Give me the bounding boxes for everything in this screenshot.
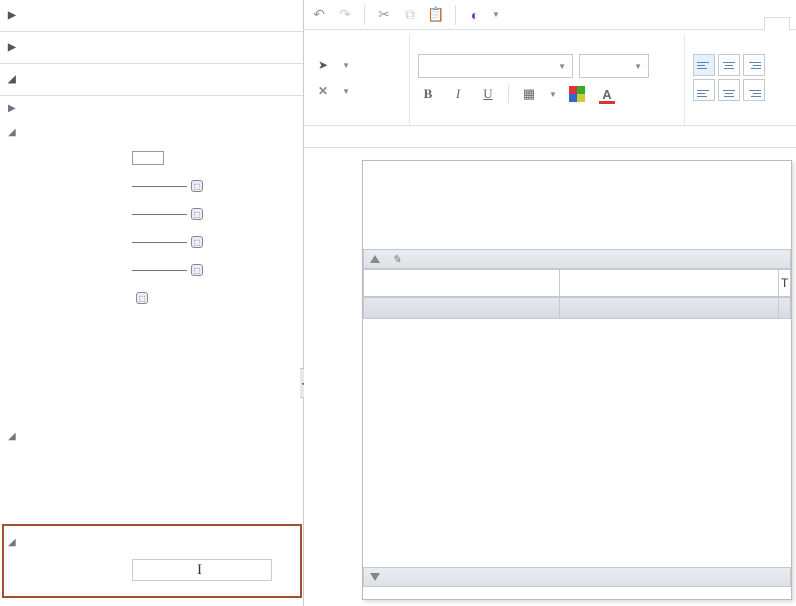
prop-text-alignment[interactable]: [0, 312, 303, 340]
header-department-1[interactable]: [363, 269, 560, 297]
underline-icon[interactable]: U: [478, 84, 498, 104]
toolbar-main: ↶ ↷ ✂ ⧉ 📋 ◐ ▼: [304, 0, 796, 30]
chevron-down-icon: ▼: [558, 62, 566, 71]
divider: [455, 5, 456, 25]
font-name-combo[interactable]: ▼: [418, 54, 573, 78]
subsection-appearance[interactable]: ◢: [0, 120, 303, 144]
chevron-down-icon: ◢: [8, 74, 20, 85]
chevron-down-icon: ▼: [342, 87, 350, 96]
prop-width[interactable]: [0, 396, 303, 424]
triangle-down-icon: [370, 573, 380, 581]
align-bottom-left[interactable]: [693, 79, 715, 101]
divider: [508, 85, 509, 103]
start-grouping-bar[interactable]: ✎: [363, 249, 791, 269]
align-bottom-right[interactable]: [743, 79, 765, 101]
delete-icon: ✕: [318, 84, 328, 98]
group-title: [318, 34, 401, 52]
prop-border-bottom[interactable]: ⬚: [0, 172, 303, 200]
cut-icon[interactable]: ✂: [375, 6, 393, 24]
line-preview: [132, 270, 187, 271]
refresh-icon[interactable]: ◐: [466, 6, 484, 24]
chevron-right-icon: ▶: [8, 42, 20, 53]
select-button[interactable]: ➤ ▼: [318, 54, 401, 76]
prop-vertical-alignment[interactable]: [0, 368, 303, 396]
link-icon[interactable]: ⬚: [191, 208, 203, 220]
horizontal-ruler: [304, 126, 796, 148]
line-preview: [132, 242, 187, 243]
font-size-combo[interactable]: ▼: [579, 54, 649, 78]
line-preview: [132, 186, 187, 187]
fill-color-icon[interactable]: [567, 84, 587, 104]
appearance-props: ⬚ ⬚ ⬚ ⬚ ⬚: [0, 144, 303, 424]
triangle-up-icon: [370, 255, 380, 263]
prop-border-top[interactable]: ⬚: [0, 256, 303, 284]
prop-text-indent[interactable]: [0, 340, 303, 368]
align-top-right[interactable]: [743, 54, 765, 76]
alignment-grid: [693, 54, 782, 101]
group-title: [693, 34, 782, 52]
chevron-down-icon: ▼: [342, 61, 350, 70]
redo-icon[interactable]: ↷: [336, 6, 354, 24]
paste-icon[interactable]: 📋: [427, 6, 445, 24]
prop-border-left[interactable]: ⬚: [0, 200, 303, 228]
ribbon: ➤ ▼ ✕ ▼ ▼ ▼: [304, 30, 796, 126]
section-properties[interactable]: ◢: [0, 64, 303, 96]
properties-panel: ▶ ▶ ◢ ▶ ◢ ⬚ ⬚ ⬚: [0, 0, 304, 606]
link-icon[interactable]: ⬚: [136, 292, 148, 304]
report-paper: ✎ T: [362, 160, 792, 600]
delete-button[interactable]: ✕ ▼: [318, 80, 401, 102]
chevron-down-icon[interactable]: ▼: [492, 10, 500, 19]
color-swatch[interactable]: [132, 151, 164, 165]
pencil-icon[interactable]: ✎: [392, 253, 401, 266]
editor-area: ↶ ↷ ✂ ⧉ 📋 ◐ ▼ ➤ ▼ ✕: [304, 0, 796, 606]
border-icon[interactable]: ▦: [519, 84, 539, 104]
bold-icon[interactable]: B: [418, 84, 438, 104]
align-bottom-center[interactable]: [718, 79, 740, 101]
subsection-data-formatting[interactable]: ◢: [0, 424, 303, 448]
prop-padding[interactable]: ⬚: [0, 284, 303, 312]
end-grouping-bar[interactable]: [363, 567, 791, 587]
chevron-right-icon: ▶: [8, 103, 20, 114]
prop-background-color[interactable]: [0, 144, 303, 172]
align-top-left[interactable]: [693, 54, 715, 76]
chevron-down-icon[interactable]: ▼: [549, 90, 557, 99]
cursor-icon: ➤: [318, 58, 328, 72]
subheader-manager[interactable]: [363, 297, 560, 319]
tab-insert[interactable]: [712, 17, 738, 30]
line-preview: [132, 214, 187, 215]
header-department-2[interactable]: [560, 269, 779, 297]
link-icon[interactable]: ⬚: [191, 264, 203, 276]
copy-icon[interactable]: ⧉: [401, 6, 419, 24]
prop-formatting-mask[interactable]: [0, 448, 303, 476]
chevron-down-icon: ▼: [634, 62, 642, 71]
font-color-icon[interactable]: A: [597, 84, 617, 104]
divider: [364, 5, 365, 25]
align-top-center[interactable]: [718, 54, 740, 76]
design-canvas[interactable]: ✎ T: [304, 148, 796, 606]
chevron-down-icon: ◢: [8, 431, 20, 442]
subheader-fullname[interactable]: [560, 297, 779, 319]
ribbon-tabs: [712, 0, 790, 30]
prop-formatting-style[interactable]: [0, 476, 303, 504]
link-icon[interactable]: ⬚: [191, 180, 203, 192]
subheader-trailing[interactable]: [779, 297, 791, 319]
prop-border-right[interactable]: ⬚: [0, 228, 303, 256]
highlight-box: [2, 524, 302, 598]
undo-icon[interactable]: ↶: [310, 6, 328, 24]
link-icon[interactable]: ⬚: [191, 236, 203, 248]
header-trailing[interactable]: T: [779, 269, 791, 297]
subsection-font[interactable]: ▶: [0, 96, 303, 120]
tab-column[interactable]: [764, 17, 790, 31]
chevron-right-icon: ▶: [8, 10, 20, 21]
tab-page-layout[interactable]: [738, 17, 764, 30]
chevron-down-icon: ◢: [8, 127, 20, 138]
section-data-source[interactable]: ▶: [0, 0, 303, 32]
italic-icon[interactable]: I: [448, 84, 468, 104]
group-title: [418, 34, 676, 52]
section-components[interactable]: ▶: [0, 32, 303, 64]
